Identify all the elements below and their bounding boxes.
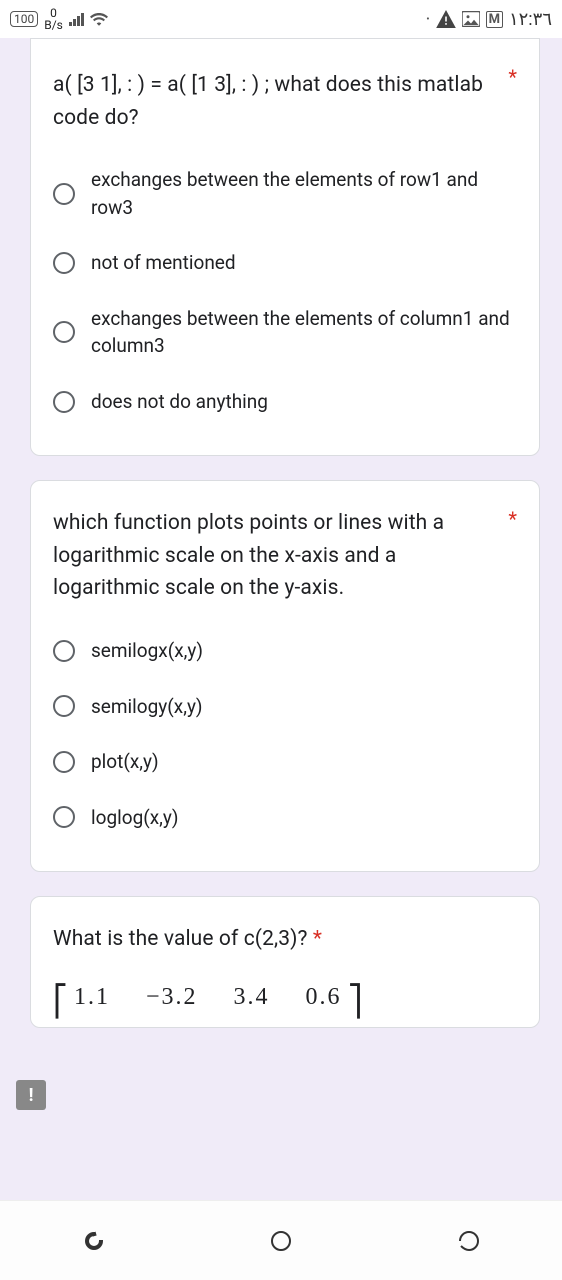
option-label: not of mentioned bbox=[91, 249, 236, 277]
question-text-inner: What is the value of c(2,3)? bbox=[53, 927, 313, 951]
option-label: plot(x,y) bbox=[91, 748, 159, 776]
matrix-cell: 3.4 bbox=[234, 984, 270, 1019]
status-left: 100 0 B/s bbox=[10, 7, 108, 31]
matrix-cell: −3.2 bbox=[146, 984, 198, 1019]
bracket-right-icon: ⎤ bbox=[348, 984, 363, 1019]
option-label: loglog(x,y) bbox=[91, 804, 179, 832]
back-button[interactable] bbox=[455, 1228, 481, 1254]
required-marker: * bbox=[508, 65, 517, 89]
radio-option[interactable]: exchanges between the elements of column… bbox=[53, 291, 517, 374]
required-marker: * bbox=[508, 507, 517, 531]
status-right: • M ١٢:٣٦ bbox=[426, 9, 552, 30]
net-rate-unit: B/s bbox=[44, 19, 63, 31]
radio-option[interactable]: exchanges between the elements of row1 a… bbox=[53, 152, 517, 235]
question-text: What is the value of c(2,3)? * bbox=[53, 923, 517, 956]
option-label: exchanges between the elements of row1 a… bbox=[91, 166, 517, 221]
radio-option[interactable]: semilogx(x,y) bbox=[53, 623, 517, 679]
matrix-cell: 0.6 bbox=[306, 984, 342, 1019]
radio-icon bbox=[53, 252, 75, 274]
option-label: does not do anything bbox=[91, 388, 268, 416]
radio-option[interactable]: plot(x,y) bbox=[53, 734, 517, 790]
radio-icon bbox=[53, 695, 75, 717]
matrix-row: ⎡1.1 −3.2 3.4 0.6⎤ bbox=[53, 956, 517, 1019]
home-button[interactable] bbox=[268, 1228, 294, 1254]
matrix-cell: 1.1 bbox=[74, 984, 110, 1019]
question-text: which function plots points or lines wit… bbox=[53, 507, 517, 605]
question-card-1: * a( [3 1], : ) = a( [1 3], : ) ; what d… bbox=[30, 38, 540, 456]
radio-icon bbox=[53, 640, 75, 662]
bracket-left-icon: ⎡ bbox=[53, 984, 68, 1019]
radio-icon bbox=[53, 806, 75, 828]
signal-icon bbox=[69, 13, 84, 26]
clock-time: ١٢:٣٦ bbox=[509, 9, 552, 30]
required-marker: * bbox=[313, 927, 322, 951]
warning-icon bbox=[436, 10, 456, 28]
radio-option[interactable]: not of mentioned bbox=[53, 235, 517, 291]
alert-fab[interactable]: ! bbox=[16, 1080, 46, 1110]
option-label: semilogy(x,y) bbox=[91, 693, 203, 721]
battery-badge: 100 bbox=[10, 11, 38, 27]
radio-icon bbox=[53, 321, 75, 343]
question-card-3: What is the value of c(2,3)? * ⎡1.1 −3.2… bbox=[30, 896, 540, 1028]
option-label: semilogx(x,y) bbox=[91, 637, 203, 665]
m-icon: M bbox=[486, 11, 503, 28]
radio-icon bbox=[53, 751, 75, 773]
radio-icon bbox=[53, 391, 75, 413]
option-label: exchanges between the elements of column… bbox=[91, 305, 517, 360]
radio-option[interactable]: semilogy(x,y) bbox=[53, 679, 517, 735]
form-content: * a( [3 1], : ) = a( [1 3], : ) ; what d… bbox=[0, 38, 562, 1200]
wifi-icon bbox=[90, 12, 108, 26]
dot-icon: • bbox=[426, 14, 429, 25]
radio-icon bbox=[53, 183, 75, 205]
radio-option[interactable]: does not do anything bbox=[53, 374, 517, 430]
question-text: a( [3 1], : ) = a( [1 3], : ) ; what doe… bbox=[53, 69, 517, 134]
network-rate: 0 B/s bbox=[44, 7, 63, 31]
status-bar: 100 0 B/s • M ١٢:٣٦ bbox=[0, 0, 562, 38]
recents-button[interactable] bbox=[81, 1228, 107, 1254]
picture-icon bbox=[462, 11, 480, 27]
question-card-2: * which function plots points or lines w… bbox=[30, 480, 540, 872]
android-nav-bar bbox=[0, 1200, 562, 1280]
radio-option[interactable]: loglog(x,y) bbox=[53, 790, 517, 846]
